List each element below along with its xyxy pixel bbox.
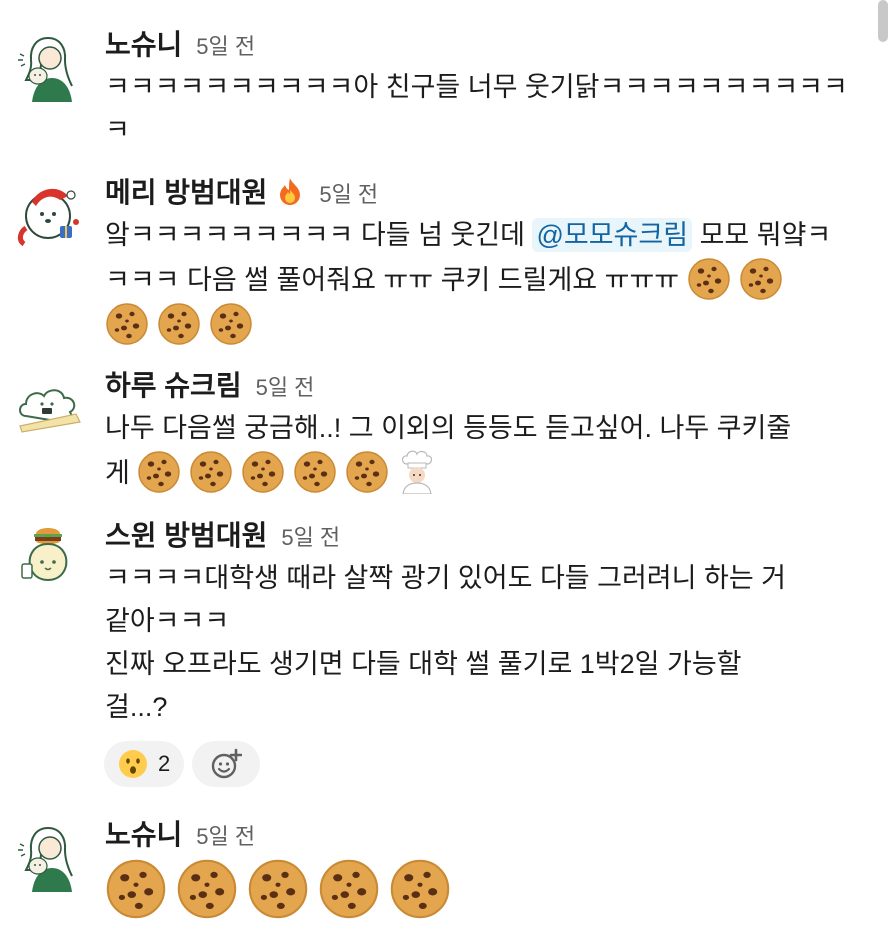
- message-author[interactable]: 스윈 방범대원 5일 전: [105, 519, 340, 555]
- author-name[interactable]: 하루 슈크림: [105, 370, 242, 401]
- author-name[interactable]: 노슈니: [105, 29, 182, 60]
- message-line: [105, 302, 865, 347]
- message-text: 앜ㅋㅋㅋㅋㅋㅋㅋㅋㅋ 다들 넘 웃긴데 @모모슈크림 모모 뭐얔ㅋ ㅋㅋㅋ 다음…: [105, 214, 865, 347]
- message-author[interactable]: 하루 슈크림 5일 전: [105, 369, 314, 405]
- message-line: ㅋㅋㅋㅋㅋㅋㅋㅋㅋㅋ아 친구들 너무 웃기닭ㅋㅋㅋㅋㅋㅋㅋㅋㅋㅋ: [105, 72, 848, 102]
- reaction-count: 2: [158, 751, 171, 776]
- cookie-icon: [293, 450, 337, 494]
- message-timestamp[interactable]: 5일 전: [256, 375, 315, 400]
- message-text: ㅋㅋㅋㅋ대학생 때라 살짝 광기 있어도 다들 그러려니 하는 거 같아ㅋㅋㅋ …: [105, 557, 865, 729]
- message-timestamp[interactable]: 5일 전: [196, 34, 255, 59]
- message-author[interactable]: 메리 방범대원 5일 전: [105, 176, 378, 212]
- cookie-icon: [105, 858, 167, 920]
- message-timestamp[interactable]: 5일 전: [196, 824, 255, 849]
- message-line: 앜ㅋㅋㅋㅋㅋㅋㅋㅋㅋ 다들 넘 웃긴데 @모모슈크림 모모 뭐얔ㅋ: [105, 214, 865, 257]
- cloud-creature-avatar-icon[interactable]: [14, 372, 84, 442]
- message-line: 나두 다음썰 궁금해..! 그 이외의 등등도 듣고싶어. 나두 쿠키줄: [105, 413, 792, 443]
- message-line: 게: [105, 450, 865, 495]
- cookie-icon: [247, 858, 309, 920]
- message-author[interactable]: 노슈니 5일 전: [105, 818, 255, 854]
- message-text: ㅋㅋㅋㅋㅋㅋㅋㅋㅋㅋ아 친구들 너무 웃기닭ㅋㅋㅋㅋㅋㅋㅋㅋㅋㅋ ㅋ: [105, 66, 865, 152]
- message-timestamp[interactable]: 5일 전: [319, 182, 378, 207]
- cookie-icon: [157, 302, 201, 346]
- cookie-icon: [209, 302, 253, 346]
- cookie-icon: [318, 858, 380, 920]
- message-line: 진짜 오프라도 생기면 다들 대학 썰 풀기로 1박2일 가능할: [105, 649, 742, 679]
- cookie-icon: [241, 450, 285, 494]
- girl-with-pet-avatar-icon[interactable]: [14, 822, 84, 892]
- message-line: ㅋㅋㅋ 다음 썰 풀어줘요 ㅠㅠ 쿠키 드릴게요 ㅠㅠㅠ: [105, 257, 865, 302]
- add-reaction-button[interactable]: [192, 741, 261, 787]
- cookie-icon: [389, 858, 451, 920]
- burger-lightbulb-avatar-icon[interactable]: [14, 520, 84, 590]
- message-line: 같아ㅋㅋㅋ: [105, 606, 230, 636]
- author-name[interactable]: 노슈니: [105, 819, 182, 850]
- message-text: [105, 858, 865, 930]
- scrollbar-thumb[interactable]: [878, 0, 888, 42]
- santa-dog-avatar-icon[interactable]: [14, 180, 84, 250]
- message-text-segment: 모모 뭐얔ㅋ: [692, 220, 832, 250]
- add-reaction-icon: [212, 748, 243, 779]
- message-line: ㅋㅋㅋㅋ대학생 때라 살짝 광기 있어도 다들 그러려니 하는 거: [105, 563, 787, 593]
- fire-icon: [280, 178, 301, 205]
- message-text-segment: ㅋㅋㅋ 다음 썰 풀어줘요 ㅠㅠ 쿠키 드릴게요 ㅠㅠㅠ: [105, 265, 680, 295]
- message-line: [105, 858, 865, 930]
- reaction-bar: 2: [104, 741, 261, 787]
- message-line: ㅋ: [105, 115, 130, 145]
- author-name[interactable]: 메리 방범대원: [105, 177, 267, 208]
- reaction-pill[interactable]: 2: [104, 741, 185, 787]
- message-timestamp[interactable]: 5일 전: [281, 525, 340, 550]
- message-line: 걸...?: [105, 692, 168, 722]
- hushed-face-icon: [119, 750, 147, 778]
- cookie-icon: [137, 450, 181, 494]
- user-mention[interactable]: @모모슈크림: [532, 218, 693, 252]
- message-text: 나두 다음썰 궁금해..! 그 이외의 등등도 듣고싶어. 나두 쿠키줄 게: [105, 407, 865, 495]
- chef-icon: [397, 450, 437, 494]
- message-text-segment: 게: [105, 458, 130, 488]
- cookie-icon: [189, 450, 233, 494]
- author-name[interactable]: 스윈 방범대원: [105, 520, 267, 551]
- cookie-icon: [176, 858, 238, 920]
- cookie-icon: [687, 257, 731, 301]
- girl-with-pet-avatar-icon[interactable]: [14, 32, 84, 102]
- message-author[interactable]: 노슈니 5일 전: [105, 28, 255, 64]
- message-text-segment: 앜ㅋㅋㅋㅋㅋㅋㅋㅋㅋ 다들 넘 웃긴데: [105, 220, 533, 250]
- cookie-icon: [345, 450, 389, 494]
- cookie-icon: [739, 257, 783, 301]
- cookie-icon: [105, 302, 149, 346]
